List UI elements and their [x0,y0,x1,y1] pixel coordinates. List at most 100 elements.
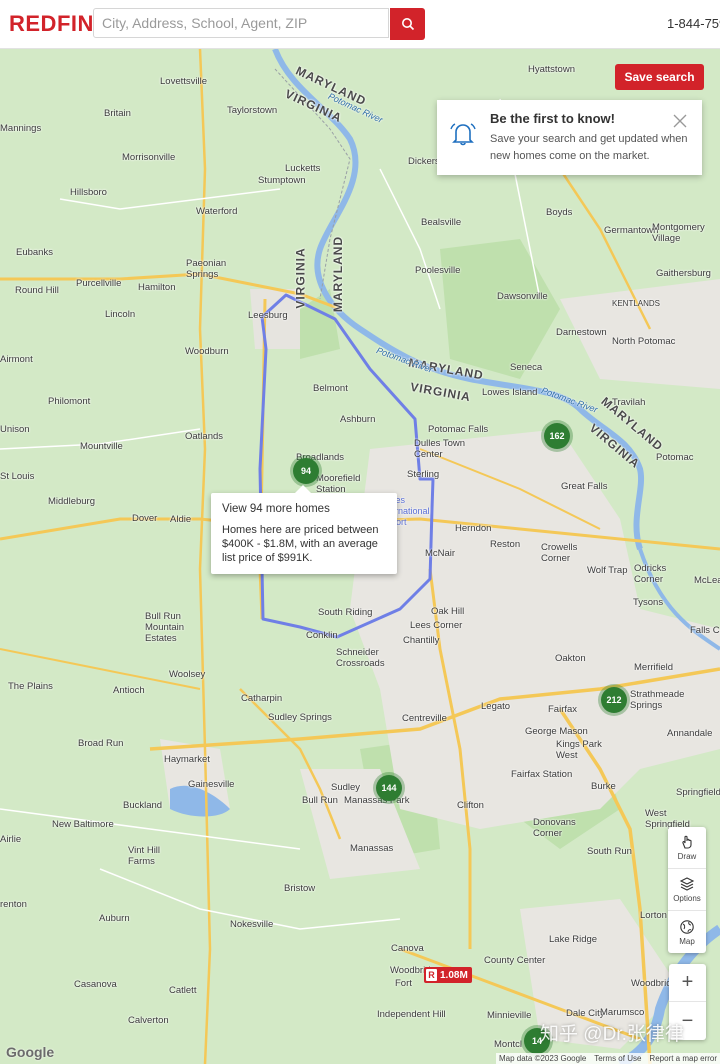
place-label: Belmont [313,383,348,394]
place-label: South Run [587,846,632,857]
home-cluster[interactable]: 212 [601,687,627,713]
bell-icon [450,123,476,146]
hand-pointer-icon [682,835,692,849]
save-search-notice: Be the first to know! Save your search a… [437,100,702,175]
home-cluster[interactable]: 162 [544,423,570,449]
place-label: Lucketts [285,163,321,174]
search-button[interactable] [390,8,425,40]
price-label: 1.08M [440,969,468,981]
place-label: Philomont [48,396,91,407]
place-label: Mannings [0,123,42,134]
draw-tool[interactable]: Draw [668,827,706,869]
place-label: Casanova [74,979,117,990]
place-label: County Center [484,955,546,966]
place-label: Herndon [455,523,492,534]
place-label: Gaithersburg [656,268,711,279]
place-label: Airmont [0,354,33,365]
place-label: Oak Hill [431,606,465,617]
place-label: renton [0,899,27,910]
place-label: Dulles Town Center [414,438,466,460]
search-input[interactable] [94,9,390,37]
popup-title[interactable]: View 94 more homes [222,503,386,515]
options-tool[interactable]: Options [668,869,706,911]
save-search-button[interactable]: Save search [615,64,704,90]
place-label: Chantilly [403,635,440,646]
place-label: North Potomac [612,336,676,347]
search-box[interactable] [93,8,390,38]
place-label: Merrifield [634,662,674,673]
place-label: Hyattstown [528,64,575,75]
place-label: Mountville [80,441,123,452]
region-label: MARYLAND [331,235,346,313]
layers-icon [679,877,695,891]
place-label: Sudley Springs [268,712,332,723]
map-canvas[interactable]: MARYLAND VIRGINIA VIRGINIA MARYLAND MARY… [0,49,720,1064]
place-label: Poolesville [415,265,461,276]
close-icon[interactable] [673,114,687,128]
redfin-logo[interactable]: REDFIN [9,11,94,37]
search-icon [401,18,414,31]
place-label: Wolf Trap [587,565,628,576]
draw-label: Draw [677,852,697,861]
place-label: George Mason [525,726,588,737]
place-label: Dale City [566,1008,605,1019]
place-label: Aldie [170,514,192,525]
place-label: Clifton [457,800,484,811]
place-label: Fairfax Station [511,769,573,780]
place-label: Fort [395,978,412,989]
place-label: McNair [425,548,456,559]
place-label: Centreville [402,713,447,724]
phone-number[interactable]: 1-844-759 [667,16,720,31]
place-label: Potomac [656,452,694,463]
place-label: Oatlands [185,431,224,442]
google-logo: Google [6,1044,55,1060]
place-label: Catlett [169,985,197,996]
place-label: Ashburn [340,414,376,425]
place-label: Seneca [510,362,543,373]
place-label: Minnieville [487,1010,532,1021]
place-label: Leesburg [248,310,288,321]
map-type-tool[interactable]: Map [668,911,706,953]
report-link[interactable]: Report a map error [649,1054,717,1063]
map-tools: Draw Options Map [668,827,706,953]
place-label: Purcellville [76,278,122,289]
place-label: Airlie [0,834,22,845]
place-label: Lees Corner [410,620,463,631]
place-label: Annandale [667,728,713,739]
place-label: Boyds [546,207,573,218]
place-label: Vint Hill Farms [128,845,161,867]
popup-body: Homes here are priced between $400K - $1… [222,524,379,564]
region-label: VIRGINIA [293,247,308,309]
zoom-in-button[interactable]: + [669,964,706,1002]
place-label: Woodburn [185,346,229,357]
place-label: Sterling [407,469,440,480]
map-data-text: Map data ©2023 Google [499,1054,587,1063]
place-label: Fairfax [548,704,578,715]
place-label: Antioch [113,685,145,696]
place-label: St Louis [0,471,35,482]
place-label: Burke [591,781,616,792]
place-label: Catharpin [241,693,283,704]
place-label: Paeonian Springs [186,258,227,280]
place-label: Haymarket [164,754,210,765]
top-header: REDFIN 1-844-759 [0,0,720,49]
place-label: Canova [391,943,424,954]
listing-price-pin[interactable]: R 1.08M [424,967,472,983]
terms-link[interactable]: Terms of Use [594,1054,641,1063]
globe-icon [680,919,694,934]
place-label: Morrisonville [122,152,176,163]
cluster-popup[interactable]: View 94 more homes Homes here are priced… [211,485,397,574]
place-label: Potomac Falls [428,424,489,435]
place-label: Calverton [128,1015,169,1026]
place-label: Legato [481,701,511,712]
place-label: Lowes Island [482,387,538,398]
place-label: McLea [694,575,720,586]
place-label: Manassas Park [344,795,410,806]
place-label: Hillsboro [70,187,107,198]
place-label: The Plains [8,681,53,692]
redfin-badge: R [426,969,437,981]
home-cluster[interactable]: 94 [293,458,319,484]
place-label: Middleburg [48,496,95,507]
home-cluster[interactable]: 144 [376,775,402,801]
place-label: Unison [0,424,30,435]
